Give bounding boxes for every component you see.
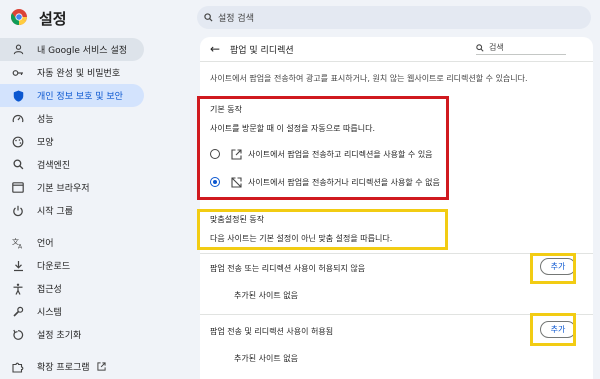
sidebar-item-reset[interactable]: 설정 초기화 xyxy=(0,323,144,346)
radio-button[interactable] xyxy=(210,149,220,159)
radio-button-checked[interactable] xyxy=(210,177,220,187)
key-icon xyxy=(12,67,24,79)
sidebar-item-label: 접근성 xyxy=(37,285,62,295)
sidebar-item-accessibility[interactable]: 접근성 xyxy=(0,277,144,300)
chrome-logo-icon xyxy=(11,9,27,25)
sidebar-item-label: 언어 xyxy=(37,239,54,249)
shield-icon xyxy=(12,90,24,102)
search-icon xyxy=(12,159,24,171)
allow-list-title: 팝업 전송 및 리디렉션 사용이 허용됨 xyxy=(210,327,334,336)
allow-list-empty: 추가된 사이트 없음 xyxy=(234,354,298,363)
add-blocked-site-button[interactable]: 추가 xyxy=(540,258,576,275)
wrench-icon xyxy=(12,306,24,318)
sidebar-item-search-engine[interactable]: 검색엔진 xyxy=(0,153,144,176)
browser-icon xyxy=(12,182,24,194)
settings-panel: ← 팝업 및 리디렉션 검색 사이트에서 팝업을 전송하여 광고를 표시하거나,… xyxy=(200,37,593,379)
sidebar-item-autofill[interactable]: 자동 완성 및 비밀번호 xyxy=(0,61,144,84)
search-icon xyxy=(476,43,484,52)
power-icon xyxy=(12,205,24,217)
sidebar-item-label: 개인 정보 보호 및 보안 xyxy=(37,92,123,102)
sidebar-item-default-browser[interactable]: 기본 브라우저 xyxy=(0,176,144,199)
palette-icon xyxy=(12,136,24,148)
radio-label: 사이트에서 팝업을 전송하거나 리디렉션을 사용할 수 없음 xyxy=(248,177,440,187)
default-behavior-subtext: 사이트를 방문할 때 이 설정을 자동으로 따릅니다. xyxy=(210,124,375,133)
open-in-new-icon xyxy=(96,362,106,371)
add-allowed-site-button[interactable]: 추가 xyxy=(540,321,576,338)
app-title: 설정 xyxy=(39,10,67,28)
sidebar-item-privacy[interactable]: 개인 정보 보호 및 보안 xyxy=(0,84,144,107)
sidebar-item-downloads[interactable]: 다운로드 xyxy=(0,254,144,277)
page-title: 팝업 및 리디렉션 xyxy=(230,46,294,56)
divider xyxy=(200,253,593,254)
sidebar-item-extensions[interactable]: 확장 프로그램 xyxy=(0,355,144,378)
sidebar-item-label: 성능 xyxy=(37,115,54,125)
download-icon xyxy=(12,260,24,272)
sidebar-item-label: 시스템 xyxy=(37,308,62,318)
block-list-empty: 추가된 사이트 없음 xyxy=(234,291,298,300)
sidebar-item-label: 설정 초기화 xyxy=(37,331,82,341)
reset-icon xyxy=(12,329,24,341)
page-description: 사이트에서 팝업을 전송하여 광고를 표시하거나, 원치 않는 웹사이트로 리디… xyxy=(210,74,528,83)
sidebar-item-label: 검색엔진 xyxy=(37,161,71,171)
sidebar-item-label: 모양 xyxy=(37,138,54,148)
search-input[interactable]: 설정 검색 xyxy=(197,6,591,29)
radio-option-block[interactable]: 사이트에서 팝업을 전송하거나 리디렉션을 사용할 수 없음 xyxy=(200,172,450,192)
custom-behavior-heading: 맞춤설정된 동작 xyxy=(210,215,265,224)
block-list-title: 팝업 전송 또는 리디렉션 사용이 허용되지 않음 xyxy=(210,264,366,273)
panel-search-input[interactable]: 검색 xyxy=(476,41,566,55)
sidebar-item-performance[interactable]: 성능 xyxy=(0,107,144,130)
sidebar-item-label: 자동 완성 및 비밀번호 xyxy=(37,69,121,79)
sidebar-item-label: 확장 프로그램 xyxy=(37,363,90,373)
sidebar-item-system[interactable]: 시스템 xyxy=(0,300,144,323)
divider xyxy=(200,61,593,62)
panel-header: ← 팝업 및 리디렉션 검색 xyxy=(200,37,593,61)
sidebar-item-on-startup[interactable]: 시작 그룹 xyxy=(0,199,144,222)
radio-option-allow[interactable]: 사이트에서 팝업을 전송하고 리디렉션을 사용할 수 있음 xyxy=(200,144,450,164)
sidebar-item-label: 내 Google 서비스 설정 xyxy=(37,46,128,56)
back-arrow-icon[interactable]: ← xyxy=(210,42,220,56)
puzzle-icon xyxy=(12,361,24,373)
divider xyxy=(200,314,593,315)
popup-blocked-icon xyxy=(231,176,242,188)
open-in-new-icon xyxy=(231,148,242,160)
radio-label: 사이트에서 팝업을 전송하고 리디렉션을 사용할 수 있음 xyxy=(248,149,433,159)
search-icon xyxy=(204,13,213,22)
sidebar-item-appearance[interactable]: 모양 xyxy=(0,130,144,153)
sidebar-item-label: 시작 그룹 xyxy=(37,207,73,217)
top-bar: 설정 설정 검색 xyxy=(0,0,600,38)
accessibility-icon xyxy=(12,283,24,295)
sidebar-item-google-services[interactable]: 내 Google 서비스 설정 xyxy=(0,38,144,61)
panel-search-placeholder: 검색 xyxy=(489,43,504,52)
sidebar-item-languages[interactable]: 文A 언어 xyxy=(0,231,144,254)
translate-icon: 文A xyxy=(12,237,24,249)
sidebar-item-label: 다운로드 xyxy=(37,262,71,272)
default-behavior-heading: 기본 동작 xyxy=(210,105,242,114)
speedometer-icon xyxy=(12,113,24,125)
person-icon xyxy=(12,44,24,56)
svg-text:A: A xyxy=(18,243,23,249)
search-placeholder: 설정 검색 xyxy=(218,14,254,24)
custom-behavior-subtext: 다음 사이트는 기본 설정이 아닌 맞춤 설정을 따릅니다. xyxy=(210,234,393,243)
sidebar-item-label: 기본 브라우저 xyxy=(37,184,90,194)
